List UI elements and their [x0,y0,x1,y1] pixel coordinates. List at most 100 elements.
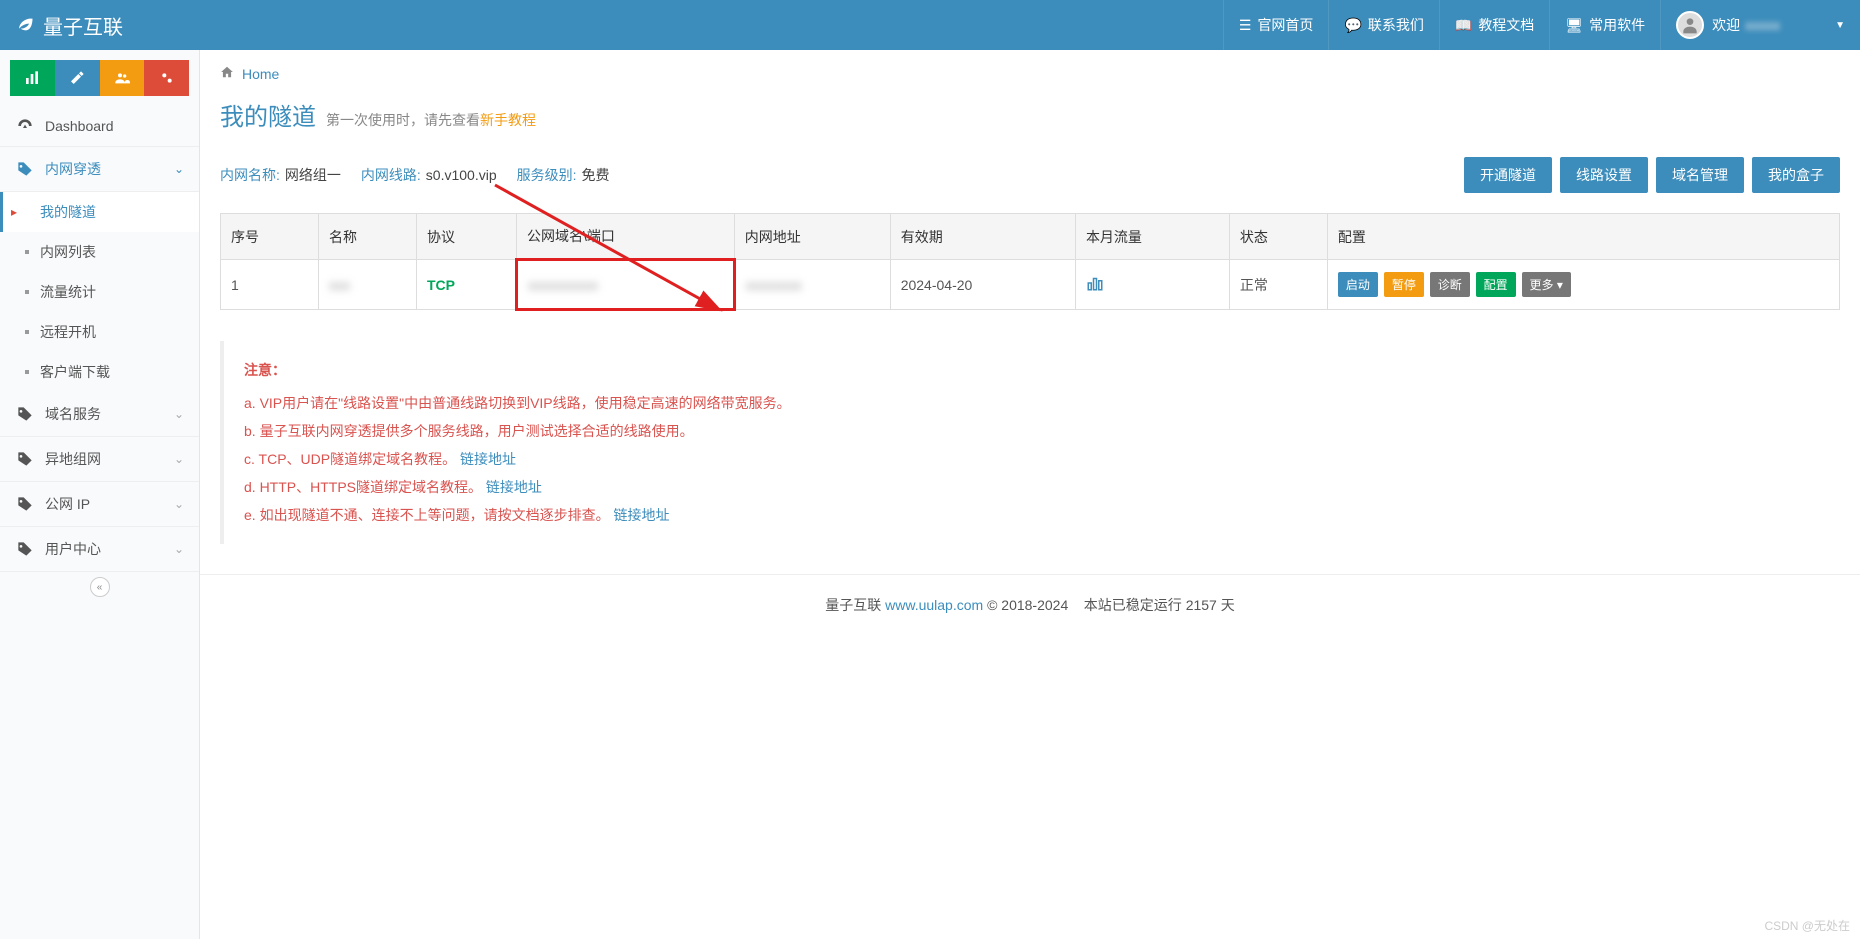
tag-icon [15,541,35,557]
tool-stats[interactable] [10,60,55,96]
th-status: 状态 [1229,214,1327,260]
td-seq: 1 [221,260,319,310]
tag-icon [15,406,35,422]
notice-a: a. VIP用户请在"线路设置"中由普通线路切换到VIP线路，使用稳定高速的网络… [244,389,1820,417]
action-buttons: 开通隧道 线路设置 域名管理 我的盒子 [1464,157,1840,193]
notice-box: 注意： a. VIP用户请在"线路设置"中由普通线路切换到VIP线路，使用稳定高… [220,341,1840,544]
sidebar: Dashboard 内网穿透 ⌄ ▸ 我的隧道 内网列表 流量统计 远程开机 客… [0,50,200,939]
avatar [1676,11,1704,39]
top-nav: 量子互联 ☰ 官网首页 💬 联系我们 📖 教程文档 🖥 常用软件 欢迎 xxxx… [0,0,1860,50]
tag-icon [15,451,35,467]
user-menu[interactable]: 欢迎 xxxxx ▼ [1660,0,1860,50]
caret-down-icon: ▼ [1835,20,1845,31]
td-config: 启动 暂停 诊断 配置 更多 ▾ [1327,260,1839,310]
book-icon: 📖 [1455,17,1472,34]
tag-icon [15,161,35,177]
start-button[interactable]: 启动 [1338,272,1378,297]
intranet-line-label: 内网线路: [361,165,421,185]
newbie-tutorial-link[interactable]: 新手教程 [480,112,536,128]
td-intranet-addr: xxxxxxxx [734,260,890,310]
tool-settings[interactable] [144,60,189,96]
line-settings-button[interactable]: 线路设置 [1560,157,1648,193]
th-intranet-addr: 内网地址 [734,214,890,260]
chevron-down-icon: ⌄ [174,452,184,466]
pause-button[interactable]: 暂停 [1384,272,1424,297]
info-row: 内网名称: 网络组一 内网线路: s0.v100.vip 服务级别: 免费 开通… [200,147,1860,203]
notice-b: b. 量子互联内网穿透提供多个服务线路，用户测试选择合适的线路使用。 [244,417,1820,445]
notice-title: 注意： [244,356,1820,384]
breadcrumb-home[interactable]: Home [242,66,279,82]
leaf-icon [15,12,35,38]
intranet-name-value: 网络组一 [285,165,341,185]
nav-docs[interactable]: 📖 教程文档 [1439,0,1549,50]
menu-user-center[interactable]: 用户中心 ⌄ [0,527,199,572]
th-monthly-traffic: 本月流量 [1075,214,1229,260]
chevron-down-icon: ⌄ [174,542,184,556]
chevron-down-icon: ⌄ [174,407,184,421]
td-public-domain: xxxxxxxxxx [516,260,734,310]
submenu-intranet-list[interactable]: 内网列表 [0,232,199,272]
notice-link-e[interactable]: 链接地址 [613,507,669,523]
submenu-remote-boot[interactable]: 远程开机 [0,312,199,352]
diagnose-button[interactable]: 诊断 [1430,272,1470,297]
nav-contact[interactable]: 💬 联系我们 [1328,0,1438,50]
domain-manage-button[interactable]: 域名管理 [1656,157,1744,193]
tool-users[interactable] [100,60,145,96]
th-expiry: 有效期 [890,214,1075,260]
td-name: xxx [318,260,416,310]
tool-edit[interactable] [55,60,100,96]
td-expiry: 2024-04-20 [890,260,1075,310]
th-seq: 序号 [221,214,319,260]
table-row: 1 xxx TCP xxxxxxxxxx xxxxxxxx 2024-04-20… [221,260,1840,310]
td-traffic [1075,260,1229,310]
breadcrumb: Home [200,50,1860,97]
my-box-button[interactable]: 我的盒子 [1752,157,1840,193]
notice-e: e. 如出现隧道不通、连接不上等问题，请按文档逐步排查。 链接地址 [244,501,1820,529]
nav-home[interactable]: ☰ 官网首页 [1223,0,1329,50]
menu-remote-network[interactable]: 异地组网 ⌄ [0,437,199,482]
notice-d: d. HTTP、HTTPS隧道绑定域名教程。 链接地址 [244,473,1820,501]
notice-link-c[interactable]: 链接地址 [460,451,516,467]
th-config: 配置 [1327,214,1839,260]
menu-domain-service[interactable]: 域名服务 ⌄ [0,392,199,437]
tunnels-table-wrap: 序号 名称 协议 公网域名\端口 内网地址 有效期 本月流量 状态 配置 1 x [200,203,1860,321]
dashboard-icon [15,118,35,134]
page-header: 我的隧道 第一次使用时，请先查看新手教程 [200,97,1860,147]
username-blurred: xxxxx [1745,17,1805,33]
service-level-value: 免费 [582,165,610,185]
watermark: CSDN @无处在 [1764,917,1850,934]
intranet-name-label: 内网名称: [220,165,280,185]
logo[interactable]: 量子互联 [0,11,200,40]
menu-penetration[interactable]: 内网穿透 ⌄ [0,147,199,192]
footer-url[interactable]: www.uulap.com [885,597,983,613]
menu-dashboard[interactable]: Dashboard [0,106,199,147]
intranet-line-value: s0.v100.vip [426,167,497,183]
th-name: 名称 [318,214,416,260]
submenu-traffic-stats[interactable]: 流量统计 [0,272,199,312]
td-protocol: TCP [416,260,516,310]
menu-public-ip[interactable]: 公网 IP ⌄ [0,482,199,527]
page-subtitle: 第一次使用时，请先查看新手教程 [326,110,536,130]
nav-software[interactable]: 🖥 常用软件 [1549,0,1660,50]
service-level-label: 服务级别: [517,165,577,185]
list-icon: ☰ [1239,17,1252,34]
logo-text: 量子互联 [43,11,123,40]
th-public-domain: 公网域名\端口 [516,214,734,260]
tag-icon [15,496,35,512]
more-button[interactable]: 更多 ▾ [1522,272,1571,297]
top-links: ☰ 官网首页 💬 联系我们 📖 教程文档 🖥 常用软件 欢迎 xxxxx ▼ [1223,0,1860,50]
comment-icon: 💬 [1344,17,1361,34]
chevron-down-icon: ⌄ [174,162,184,176]
traffic-chart-icon[interactable] [1086,279,1104,295]
config-button[interactable]: 配置 [1476,272,1516,297]
submenu-client-download[interactable]: 客户端下载 [0,352,199,392]
tunnels-table: 序号 名称 协议 公网域名\端口 内网地址 有效期 本月流量 状态 配置 1 x [220,213,1840,311]
submenu-my-tunnels[interactable]: ▸ 我的隧道 [0,192,199,232]
collapse-sidebar-button[interactable]: « [90,577,110,597]
notice-c: c. TCP、UDP隧道绑定域名教程。 链接地址 [244,445,1820,473]
td-status: 正常 [1229,260,1327,310]
th-protocol: 协议 [416,214,516,260]
open-tunnel-button[interactable]: 开通隧道 [1464,157,1552,193]
notice-link-d[interactable]: 链接地址 [486,479,542,495]
page-title: 我的隧道 [220,97,316,132]
